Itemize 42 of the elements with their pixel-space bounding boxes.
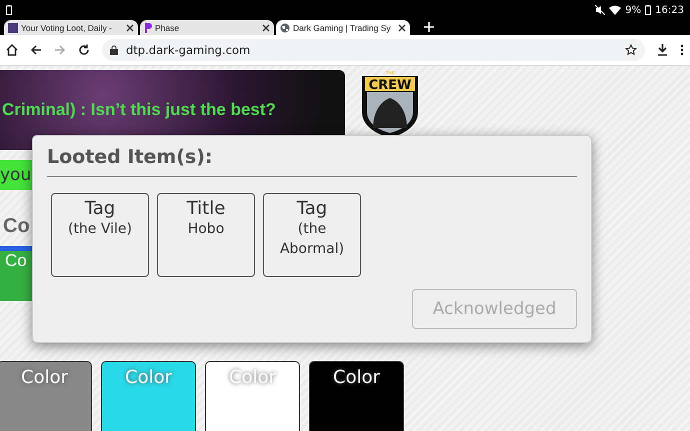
close-icon[interactable]: [398, 24, 406, 32]
close-icon[interactable]: [126, 24, 134, 32]
lock-icon: [110, 45, 118, 55]
card-text: Co: [5, 251, 27, 270]
item-name: (the Abormal): [278, 220, 346, 259]
battery-icon: [645, 5, 652, 15]
item-name: (the Vile): [68, 220, 132, 239]
globe-icon: [280, 22, 290, 32]
dialog-title: Looted Item(s):: [47, 146, 214, 168]
back-icon[interactable]: [30, 44, 42, 56]
menu-icon[interactable]: [680, 44, 684, 56]
color-card[interactable]: Color: [0, 361, 92, 431]
clock: 16:23: [655, 4, 684, 16]
tab-title: Dark Gaming | Trading Sy: [293, 22, 392, 32]
tab-title: Your Voting Loot, Daily -: [21, 22, 113, 32]
address-bar[interactable]: dtp.dark-gaming.com: [102, 39, 645, 61]
mute-icon: [595, 5, 606, 15]
battery-icon: [6, 5, 12, 15]
strip-text: you: [0, 165, 32, 185]
item-type: Tag: [296, 198, 328, 219]
browser-tab[interactable]: Your Voting Loot, Daily -: [4, 20, 138, 35]
tab-title: Phase: [155, 22, 180, 32]
close-icon[interactable]: [262, 24, 270, 32]
color-card[interactable]: Color: [309, 361, 404, 431]
battery-percent: 9%: [625, 4, 642, 16]
item-type: Title: [186, 198, 226, 219]
wifi-icon: [609, 5, 622, 15]
browser-tab[interactable]: Phase: [140, 20, 274, 35]
reload-icon[interactable]: [78, 44, 90, 56]
url-text: dtp.dark-gaming.com: [126, 43, 250, 57]
download-icon[interactable]: [657, 44, 668, 56]
browser-tab[interactable]: Dark Gaming | Trading Sy: [276, 20, 410, 35]
section-heading: Co: [3, 215, 30, 238]
star-icon[interactable]: [625, 44, 637, 56]
color-card[interactable]: Color: [205, 361, 300, 431]
item-name: Hobo: [188, 220, 224, 239]
favicon-icon: [8, 22, 18, 32]
favicon-icon: [144, 22, 152, 32]
new-tab-icon[interactable]: [424, 22, 434, 32]
home-icon[interactable]: [6, 44, 18, 56]
banner-text: Criminal) : Isn’t this just the best?: [2, 100, 276, 120]
item-type: Tag: [84, 198, 116, 219]
